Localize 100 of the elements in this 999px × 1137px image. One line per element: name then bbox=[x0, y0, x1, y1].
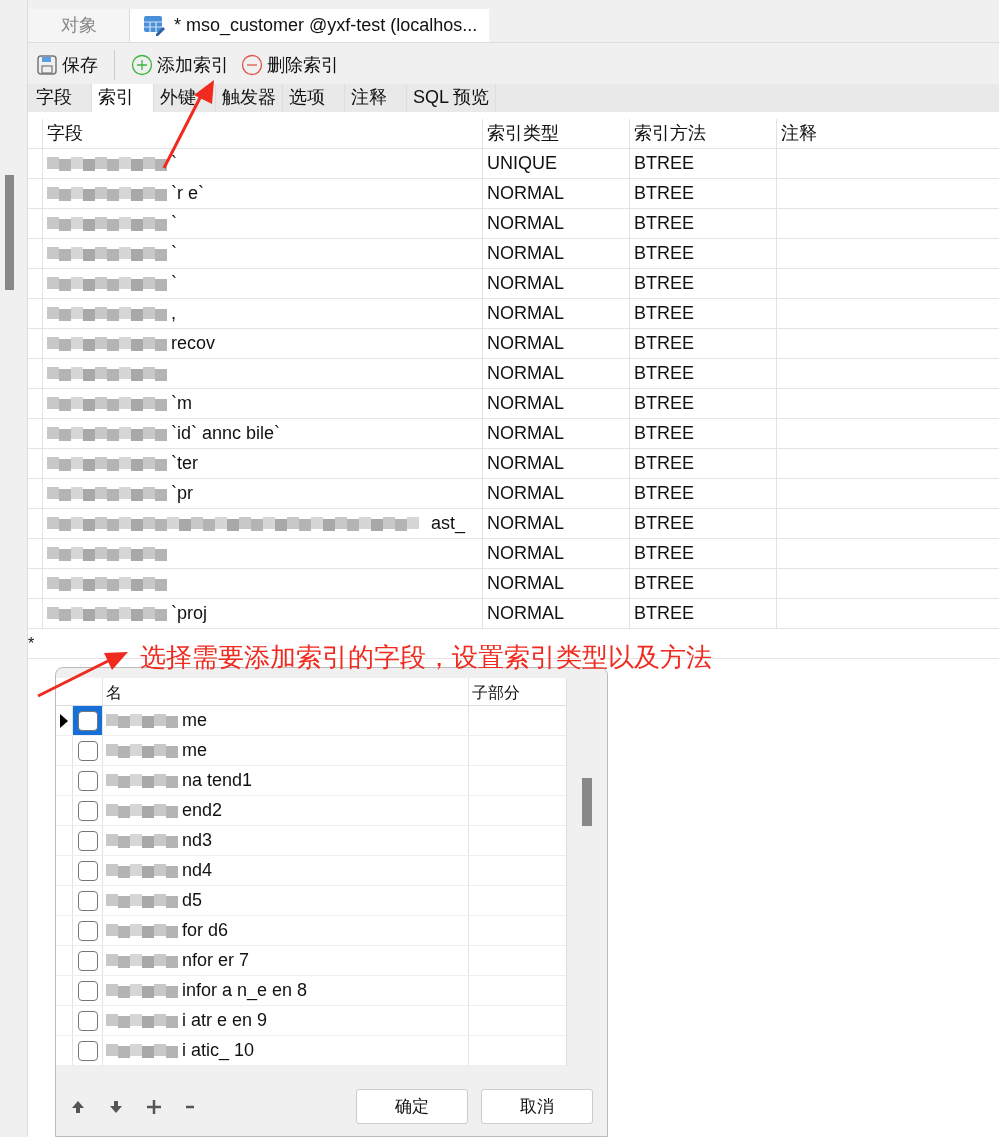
checkbox[interactable] bbox=[77, 710, 98, 731]
table-cell: BTREE bbox=[629, 149, 776, 178]
column-name: i atic_ 10 bbox=[182, 1039, 255, 1063]
checkbox[interactable] bbox=[77, 980, 98, 1001]
table-cell: NORMAL bbox=[482, 479, 629, 508]
table-cell: NORMAL bbox=[482, 239, 629, 268]
remove-index-button[interactable]: 删除索引 bbox=[237, 48, 343, 83]
document-tab[interactable]: * mso_customer @yxf-test (localhos... bbox=[130, 8, 490, 42]
checkbox[interactable] bbox=[77, 740, 98, 761]
row-pointer-icon bbox=[60, 713, 68, 728]
table-cell: BTREE bbox=[629, 479, 776, 508]
pixelated-patch bbox=[106, 1013, 178, 1028]
table-edit-icon bbox=[142, 13, 166, 38]
table-cell-text: ` bbox=[171, 212, 177, 235]
new-row-marker: * bbox=[28, 635, 36, 652]
column-header[interactable]: 字段 bbox=[42, 119, 482, 148]
arrow-down-icon[interactable] bbox=[108, 1098, 124, 1115]
column-name: nfor er 7 bbox=[182, 949, 250, 972]
checkbox[interactable] bbox=[77, 830, 98, 851]
column-header[interactable]: 索引类型 bbox=[482, 119, 629, 148]
table-cell: NORMAL bbox=[482, 389, 629, 418]
column-header[interactable]: 索引方法 bbox=[629, 119, 776, 148]
column-name: me bbox=[182, 709, 207, 732]
table-cell: BTREE bbox=[629, 239, 776, 268]
table-cell-text: `m bbox=[171, 392, 192, 415]
table-cell: BTREE bbox=[629, 509, 776, 538]
pixelated-patch bbox=[106, 773, 178, 788]
checkbox[interactable] bbox=[77, 770, 98, 791]
table-cell-text: , bbox=[171, 302, 176, 325]
add-index-button[interactable]: 添加索引 bbox=[127, 48, 233, 83]
plus-circle-icon bbox=[131, 54, 153, 77]
pixelated-patch bbox=[106, 743, 178, 758]
column-header[interactable]: 名 bbox=[103, 678, 469, 705]
table-cell: BTREE bbox=[629, 269, 776, 298]
table-cell: NORMAL bbox=[482, 569, 629, 598]
column-name: nd3 bbox=[182, 829, 213, 852]
table-cell-text: `proj bbox=[171, 602, 207, 625]
pixelated-patch bbox=[106, 1043, 178, 1058]
table-cell: BTREE bbox=[629, 389, 776, 418]
table-cell: NORMAL bbox=[482, 179, 629, 208]
column-header[interactable]: 子部分 bbox=[469, 678, 566, 705]
column-name: for d6 bbox=[182, 919, 229, 942]
checkbox[interactable] bbox=[77, 800, 98, 821]
table-cell: NORMAL bbox=[482, 299, 629, 328]
section-tab[interactable]: 索引 bbox=[92, 83, 154, 112]
pixelated-patch bbox=[106, 953, 178, 968]
table-cell: BTREE bbox=[629, 359, 776, 388]
pixelated-patch bbox=[106, 833, 178, 848]
table-cell: BTREE bbox=[629, 179, 776, 208]
minus-circle-icon bbox=[241, 54, 263, 77]
section-tab[interactable]: 选项 bbox=[283, 83, 345, 112]
pixelated-patch bbox=[106, 983, 178, 998]
column-name: infor a n_e en 8 bbox=[182, 979, 308, 1003]
table-cell: NORMAL bbox=[482, 539, 629, 568]
table-cell-text: `pr bbox=[171, 482, 193, 505]
cancel-button[interactable]: 取消 bbox=[481, 1089, 593, 1124]
column-name: end2 bbox=[182, 799, 223, 822]
table-cell: BTREE bbox=[629, 569, 776, 598]
column-header[interactable]: 注释 bbox=[776, 119, 999, 148]
pixelated-patch bbox=[106, 893, 178, 908]
table-cell-text: `id` annc bile` bbox=[171, 422, 281, 445]
pixelated-patch bbox=[106, 923, 178, 938]
checkbox[interactable] bbox=[77, 920, 98, 941]
plus-icon[interactable] bbox=[146, 1098, 162, 1115]
table-cell: NORMAL bbox=[482, 269, 629, 298]
pixelated-patch bbox=[106, 803, 178, 818]
checkbox[interactable] bbox=[77, 890, 98, 911]
column-name: me bbox=[182, 739, 207, 762]
table-cell-text: recov bbox=[171, 332, 215, 355]
table-cell-text: ` bbox=[171, 272, 177, 295]
table-cell: NORMAL bbox=[482, 509, 629, 538]
table-cell: UNIQUE bbox=[482, 149, 629, 178]
column-name: i atr e en 9 bbox=[182, 1009, 268, 1032]
checkbox[interactable] bbox=[77, 860, 98, 881]
pixelated-patch bbox=[106, 713, 178, 728]
scrollbar-thumb[interactable] bbox=[5, 175, 14, 290]
table-cell: BTREE bbox=[629, 599, 776, 628]
table-cell: NORMAL bbox=[482, 449, 629, 478]
table-cell: BTREE bbox=[629, 419, 776, 448]
table-cell: NORMAL bbox=[482, 359, 629, 388]
pixelated-patch bbox=[106, 863, 178, 878]
section-tab[interactable]: 触发器 bbox=[216, 83, 283, 112]
table-cell-text: `r e` bbox=[171, 182, 204, 205]
ok-button[interactable]: 确定 bbox=[356, 1089, 468, 1124]
save-index-button[interactable]: 保存 bbox=[32, 48, 102, 83]
table-cell: BTREE bbox=[629, 329, 776, 358]
table-cell-text: ` bbox=[171, 152, 177, 175]
table-cell: BTREE bbox=[629, 449, 776, 478]
column-name: na tend1 bbox=[182, 769, 253, 792]
checkbox[interactable] bbox=[77, 950, 98, 971]
checkbox[interactable] bbox=[77, 1040, 98, 1061]
section-tab[interactable]: SQL 预览 bbox=[407, 83, 497, 112]
annotation-text: 选择需要添加索引的字段，设置索引类型以及方法 bbox=[140, 642, 712, 672]
column-name: d5 bbox=[182, 889, 203, 912]
checkbox[interactable] bbox=[77, 1010, 98, 1031]
scrollbar-thumb[interactable] bbox=[582, 778, 592, 826]
section-tab[interactable]: 注释 bbox=[345, 83, 407, 112]
table-cell: BTREE bbox=[629, 209, 776, 238]
table-cell: BTREE bbox=[629, 299, 776, 328]
table-cell-text: ` bbox=[171, 242, 177, 265]
